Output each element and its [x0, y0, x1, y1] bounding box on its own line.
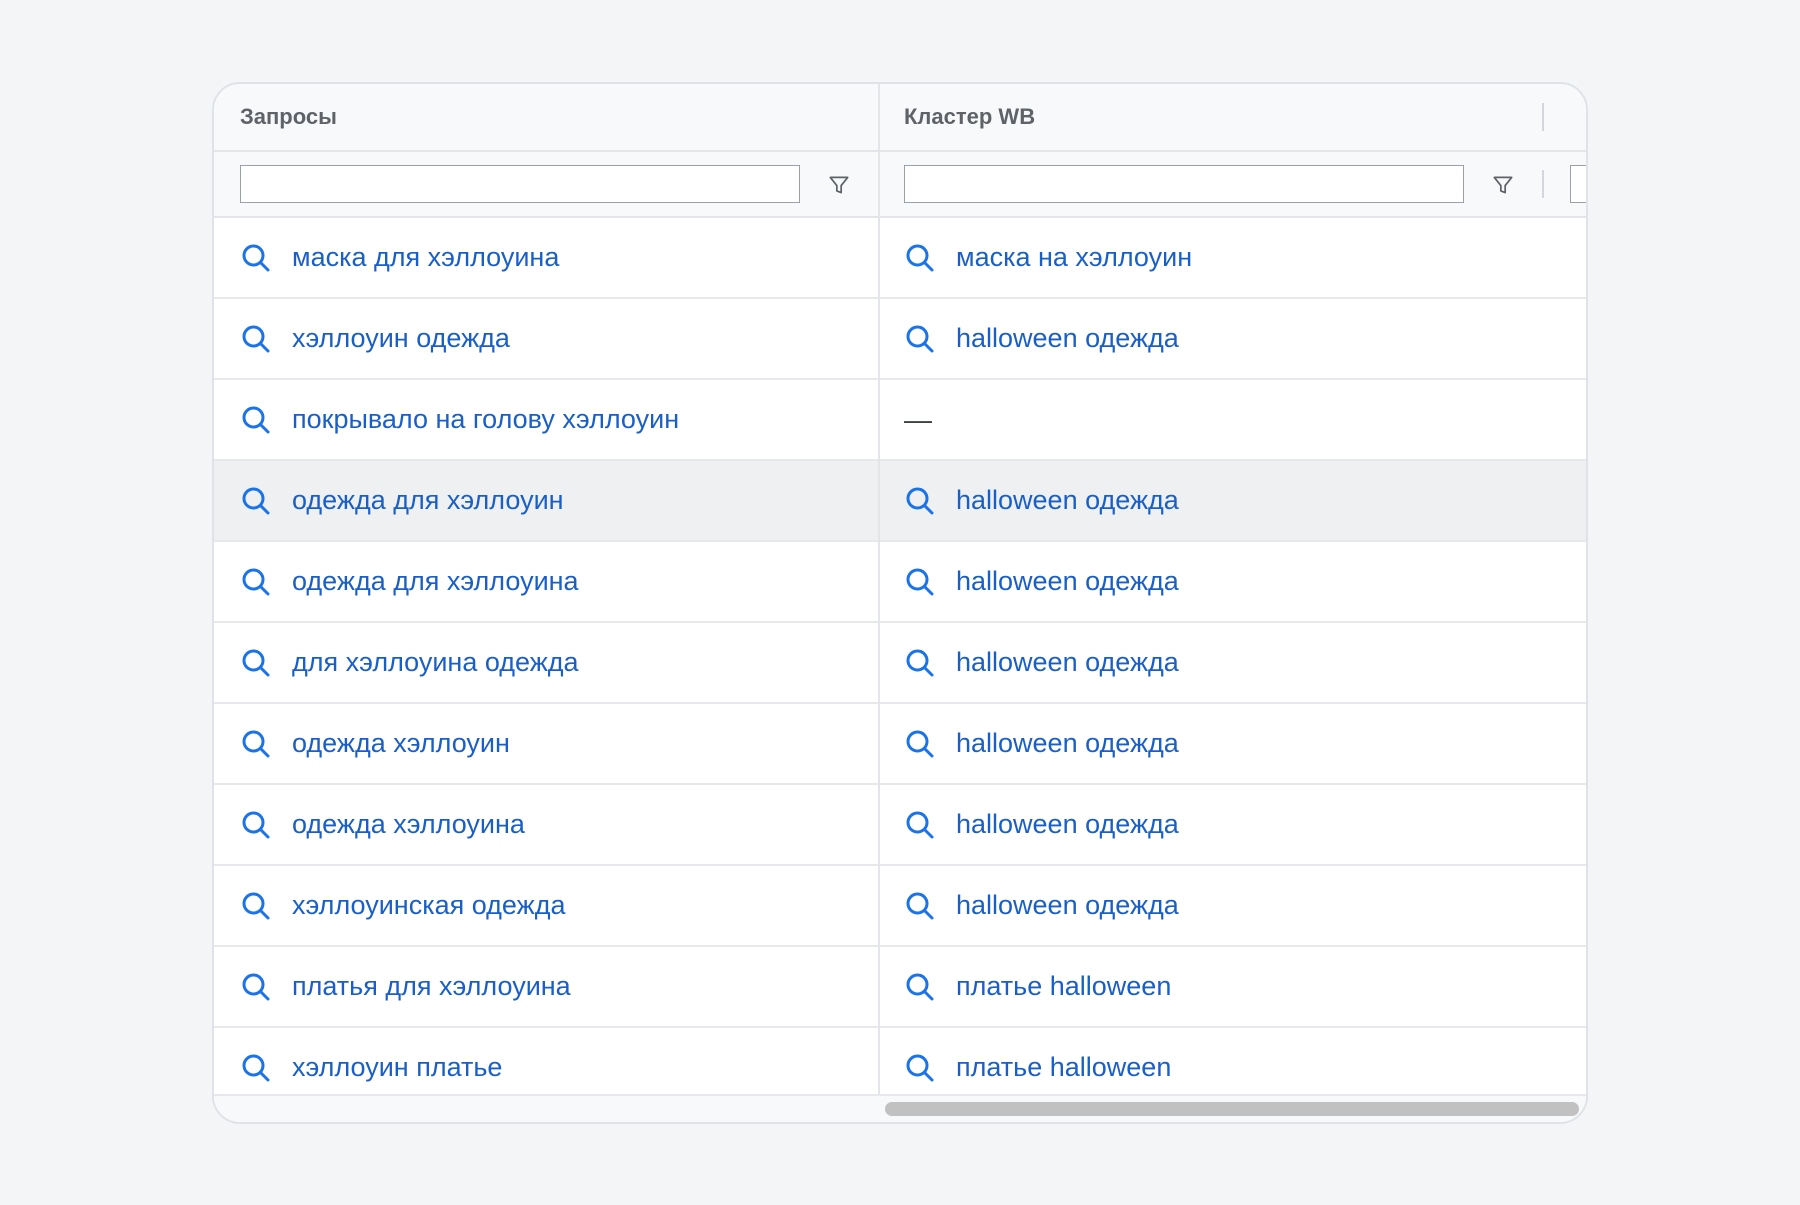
cluster-cell: halloween одежда — [904, 704, 1179, 783]
table-row[interactable]: покрывало на голову хэллоуин — — [214, 380, 1586, 461]
table-row[interactable]: одежда хэллоуина halloween одежда — [214, 785, 1586, 866]
cluster-cell: halloween одежда — [904, 542, 1179, 621]
column-header-cluster[interactable]: Кластер WB — [904, 84, 1035, 150]
data-grid: Запросы Кластер WB маска для хэллоуина м… — [212, 82, 1588, 1124]
search-icon[interactable] — [904, 485, 936, 517]
query-cell: покрывало на голову хэллоуин — [240, 380, 679, 459]
query-cell: одежда для хэллоуина — [240, 542, 579, 621]
query-cell: маска для хэллоуина — [240, 218, 559, 297]
queries-filter-input[interactable] — [240, 165, 800, 203]
table-row[interactable]: одежда для хэллоуин halloween одежда — [214, 461, 1586, 542]
cluster-link[interactable]: halloween одежда — [956, 728, 1179, 759]
cluster-cell: halloween одежда — [904, 623, 1179, 702]
horizontal-scrollbar-thumb[interactable] — [885, 1102, 1579, 1116]
cluster-link[interactable]: halloween одежда — [956, 566, 1179, 597]
search-icon[interactable] — [904, 566, 936, 598]
table-row[interactable]: хэллоуин одежда halloween одежда — [214, 299, 1586, 380]
query-cell: одежда хэллоуина — [240, 785, 525, 864]
search-icon[interactable] — [904, 647, 936, 679]
cluster-cell: halloween одежда — [904, 866, 1179, 945]
cluster-cell: платье halloween — [904, 947, 1171, 1026]
cluster-link[interactable]: halloween одежда — [956, 647, 1179, 678]
query-link[interactable]: для хэллоуина одежда — [292, 647, 579, 678]
column-resize-handle[interactable] — [1542, 103, 1544, 131]
filter-separator — [1542, 170, 1544, 198]
cluster-filter-input[interactable] — [904, 165, 1464, 203]
search-icon[interactable] — [904, 728, 936, 760]
query-link[interactable]: одежда хэллоуина — [292, 809, 525, 840]
search-icon[interactable] — [904, 971, 936, 1003]
table-row[interactable]: для хэллоуина одежда halloween одежда — [214, 623, 1586, 704]
search-icon[interactable] — [904, 809, 936, 841]
search-icon[interactable] — [240, 890, 272, 922]
search-icon[interactable] — [904, 890, 936, 922]
query-link[interactable]: хэллоуин одежда — [292, 323, 510, 354]
cluster-cell: halloween одежда — [904, 299, 1179, 378]
grid-footer — [214, 1094, 1586, 1122]
query-link[interactable]: хэллоуин платье — [292, 1052, 502, 1083]
cluster-cell: — — [904, 380, 932, 459]
cluster-link[interactable]: halloween одежда — [956, 890, 1179, 921]
search-icon[interactable] — [240, 647, 272, 679]
search-icon[interactable] — [240, 971, 272, 1003]
grid-header: Запросы Кластер WB — [214, 84, 1586, 152]
query-link[interactable]: платья для хэллоуина — [292, 971, 571, 1002]
search-icon[interactable] — [240, 242, 272, 274]
query-cell: хэллоуин одежда — [240, 299, 510, 378]
search-icon[interactable] — [240, 728, 272, 760]
cluster-link[interactable]: halloween одежда — [956, 809, 1179, 840]
query-cell: одежда хэллоуин — [240, 704, 510, 783]
search-icon[interactable] — [240, 1052, 272, 1084]
search-icon[interactable] — [904, 242, 936, 274]
query-link[interactable]: хэллоуинская одежда — [292, 890, 565, 921]
search-icon[interactable] — [240, 566, 272, 598]
cluster-link[interactable]: halloween одежда — [956, 485, 1179, 516]
search-icon[interactable] — [904, 323, 936, 355]
empty-value: — — [904, 403, 932, 435]
query-cell: хэллоуинская одежда — [240, 866, 565, 945]
query-link[interactable]: одежда для хэллоуина — [292, 566, 579, 597]
cluster-link[interactable]: платье halloween — [956, 1052, 1171, 1083]
search-icon[interactable] — [904, 1052, 936, 1084]
query-link[interactable]: одежда для хэллоуин — [292, 485, 564, 516]
column-divider — [878, 84, 880, 1122]
table-row[interactable]: маска для хэллоуина маска на хэллоуин — [214, 218, 1586, 299]
search-icon[interactable] — [240, 485, 272, 517]
search-icon[interactable] — [240, 809, 272, 841]
column-header-queries[interactable]: Запросы — [240, 84, 337, 150]
cluster-link[interactable]: halloween одежда — [956, 323, 1179, 354]
query-link[interactable]: маска для хэллоуина — [292, 242, 559, 273]
cluster-cell: halloween одежда — [904, 785, 1179, 864]
cluster-link[interactable]: платье halloween — [956, 971, 1171, 1002]
search-icon[interactable] — [240, 404, 272, 436]
table-row[interactable]: хэллоуинская одежда halloween одежда — [214, 866, 1586, 947]
next-column-filter-input[interactable] — [1570, 165, 1586, 203]
cluster-cell: маска на хэллоуин — [904, 218, 1192, 297]
query-cell: для хэллоуина одежда — [240, 623, 579, 702]
filter-row — [214, 152, 1586, 218]
query-link[interactable]: одежда хэллоуин — [292, 728, 510, 759]
cluster-cell: halloween одежда — [904, 461, 1179, 540]
search-icon[interactable] — [240, 323, 272, 355]
query-cell: одежда для хэллоуин — [240, 461, 564, 540]
table-row[interactable]: одежда для хэллоуина halloween одежда — [214, 542, 1586, 623]
table-row[interactable]: одежда хэллоуин halloween одежда — [214, 704, 1586, 785]
table-row[interactable]: платья для хэллоуина платье halloween — [214, 947, 1586, 1028]
query-cell: платья для хэллоуина — [240, 947, 571, 1026]
grid-body: маска для хэллоуина маска на хэллоуин хэ… — [214, 218, 1586, 1109]
query-link[interactable]: покрывало на голову хэллоуин — [292, 404, 679, 435]
cluster-link[interactable]: маска на хэллоуин — [956, 242, 1192, 273]
filter-icon[interactable] — [1490, 172, 1516, 198]
filter-icon[interactable] — [826, 172, 852, 198]
